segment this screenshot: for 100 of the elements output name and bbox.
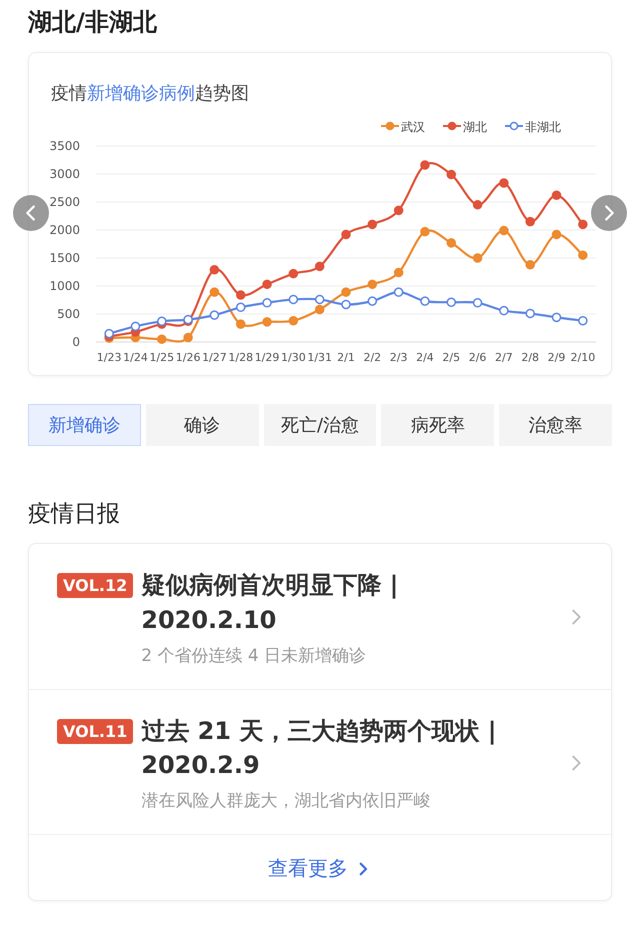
report-summary: 潜在风险人群庞大，湖北省内依旧严峻 — [141, 790, 432, 812]
data-point — [288, 268, 298, 278]
report-title: 过去 21 天，三大趋势两个现状 | 2020.2.9 — [141, 716, 498, 782]
tick-label: 1/29 — [254, 351, 280, 364]
legend-item: 非湖北 — [505, 120, 561, 134]
tick-label: 2/5 — [442, 351, 460, 364]
tick-label: 2/6 — [468, 351, 486, 364]
tick-label: 1/27 — [202, 351, 227, 364]
data-point — [578, 220, 588, 230]
data-point — [341, 230, 351, 240]
legend-label: 非湖北 — [525, 120, 561, 134]
data-point — [472, 298, 482, 308]
tick-label: 2000 — [49, 223, 80, 237]
tick-label: 2500 — [49, 195, 80, 209]
data-point — [552, 312, 562, 322]
volume-badge: VOL.11 — [57, 718, 134, 744]
data-point — [262, 280, 272, 290]
data-point — [314, 304, 324, 314]
data-point — [210, 265, 220, 274]
data-point — [394, 206, 404, 216]
data-point — [394, 287, 404, 297]
section-title: 疫情日报 — [28, 500, 121, 529]
tick-label: 2/1 — [337, 351, 355, 364]
data-point — [525, 216, 535, 226]
data-point — [262, 298, 272, 308]
data-point — [578, 250, 588, 260]
tick-label: 0 — [72, 335, 80, 349]
legend-label: 武汉 — [401, 120, 425, 134]
tick-label: 1500 — [49, 251, 80, 265]
tab[interactable]: 病死率 — [381, 404, 494, 446]
data-point — [236, 302, 246, 312]
data-point — [446, 298, 456, 307]
tick-label: 2/9 — [548, 351, 566, 364]
report-item[interactable]: VOL.12 疑似病例首次明显下降 | 2020.2.10 2 个省份连续 4 日未新增确诊 — [29, 544, 611, 690]
report-summary: 2 个省份连续 4 日未新增确诊 — [141, 644, 368, 667]
tick-label: 2/10 — [570, 351, 596, 364]
tab[interactable]: 确诊 — [146, 404, 259, 446]
data-point — [368, 296, 378, 306]
section-title: 湖北/非湖北 — [28, 7, 158, 38]
data-point — [236, 290, 246, 300]
data-point — [525, 308, 535, 318]
data-point — [157, 316, 167, 326]
tick-label: 2/2 — [363, 351, 382, 364]
tick-label: 1/24 — [123, 351, 148, 364]
tick-label: 1/28 — [228, 351, 254, 364]
data-point — [314, 294, 324, 304]
tick-label: 3000 — [49, 167, 80, 181]
data-point — [341, 300, 351, 310]
data-point — [525, 260, 535, 270]
data-point — [157, 334, 167, 344]
data-point — [314, 262, 324, 272]
tick-label: 500 — [57, 307, 80, 321]
tab[interactable]: 死亡/治愈 — [264, 404, 376, 446]
data-point — [446, 170, 456, 180]
tick-label: 2/7 — [495, 351, 513, 364]
data-point — [236, 319, 246, 329]
volume-badge: VOL.12 — [57, 573, 134, 598]
tick-label: 1/30 — [281, 351, 306, 364]
data-point — [578, 316, 588, 326]
data-point — [368, 280, 378, 290]
next-button[interactable] — [591, 195, 627, 231]
legend-label: 湖北 — [463, 120, 487, 134]
tab[interactable]: 治愈率 — [499, 404, 612, 446]
data-point — [288, 294, 298, 304]
legend-item: 武汉 — [381, 120, 425, 134]
tick-label: 2/8 — [521, 351, 540, 364]
data-point — [446, 238, 456, 248]
report-title: 疑似病例首次明显下降 | 2020.2.10 — [141, 570, 400, 636]
tick-label: 3500 — [49, 139, 80, 153]
tick-label: 1000 — [49, 279, 80, 293]
data-point — [420, 296, 430, 306]
data-point — [420, 226, 430, 236]
chart-title: 疫情新增确诊病例趋势图 — [50, 82, 250, 105]
more-link[interactable]: 查看更多 — [268, 835, 372, 900]
data-point — [394, 268, 404, 278]
tick-label: 1/25 — [149, 351, 174, 364]
tab[interactable]: 新增确诊 — [28, 404, 141, 446]
data-point — [210, 310, 220, 320]
tick-label: 2/3 — [390, 351, 408, 364]
data-point — [420, 160, 430, 170]
tick-label: 1/31 — [307, 351, 332, 364]
report-item[interactable]: VOL.11 过去 21 天，三大趋势两个现状 | 2020.2.9 潜在风险人群庞大，湖北省内依旧严峻 — [29, 690, 611, 836]
data-point — [341, 287, 351, 297]
data-point — [552, 190, 562, 200]
data-point — [472, 200, 482, 210]
data-point — [368, 220, 378, 230]
previous-button[interactable] — [13, 195, 49, 231]
legend-item: 湖北 — [443, 120, 487, 134]
data-point — [104, 328, 114, 338]
data-point — [472, 253, 482, 263]
tick-label: 2/4 — [416, 351, 434, 364]
data-point — [183, 332, 193, 342]
data-point — [262, 317, 272, 327]
data-point — [499, 306, 509, 316]
data-point — [288, 316, 298, 326]
data-point — [210, 287, 220, 297]
tick-label: 1/26 — [176, 351, 200, 364]
data-point — [130, 322, 140, 332]
data-point — [552, 230, 562, 240]
data-point — [499, 178, 509, 188]
